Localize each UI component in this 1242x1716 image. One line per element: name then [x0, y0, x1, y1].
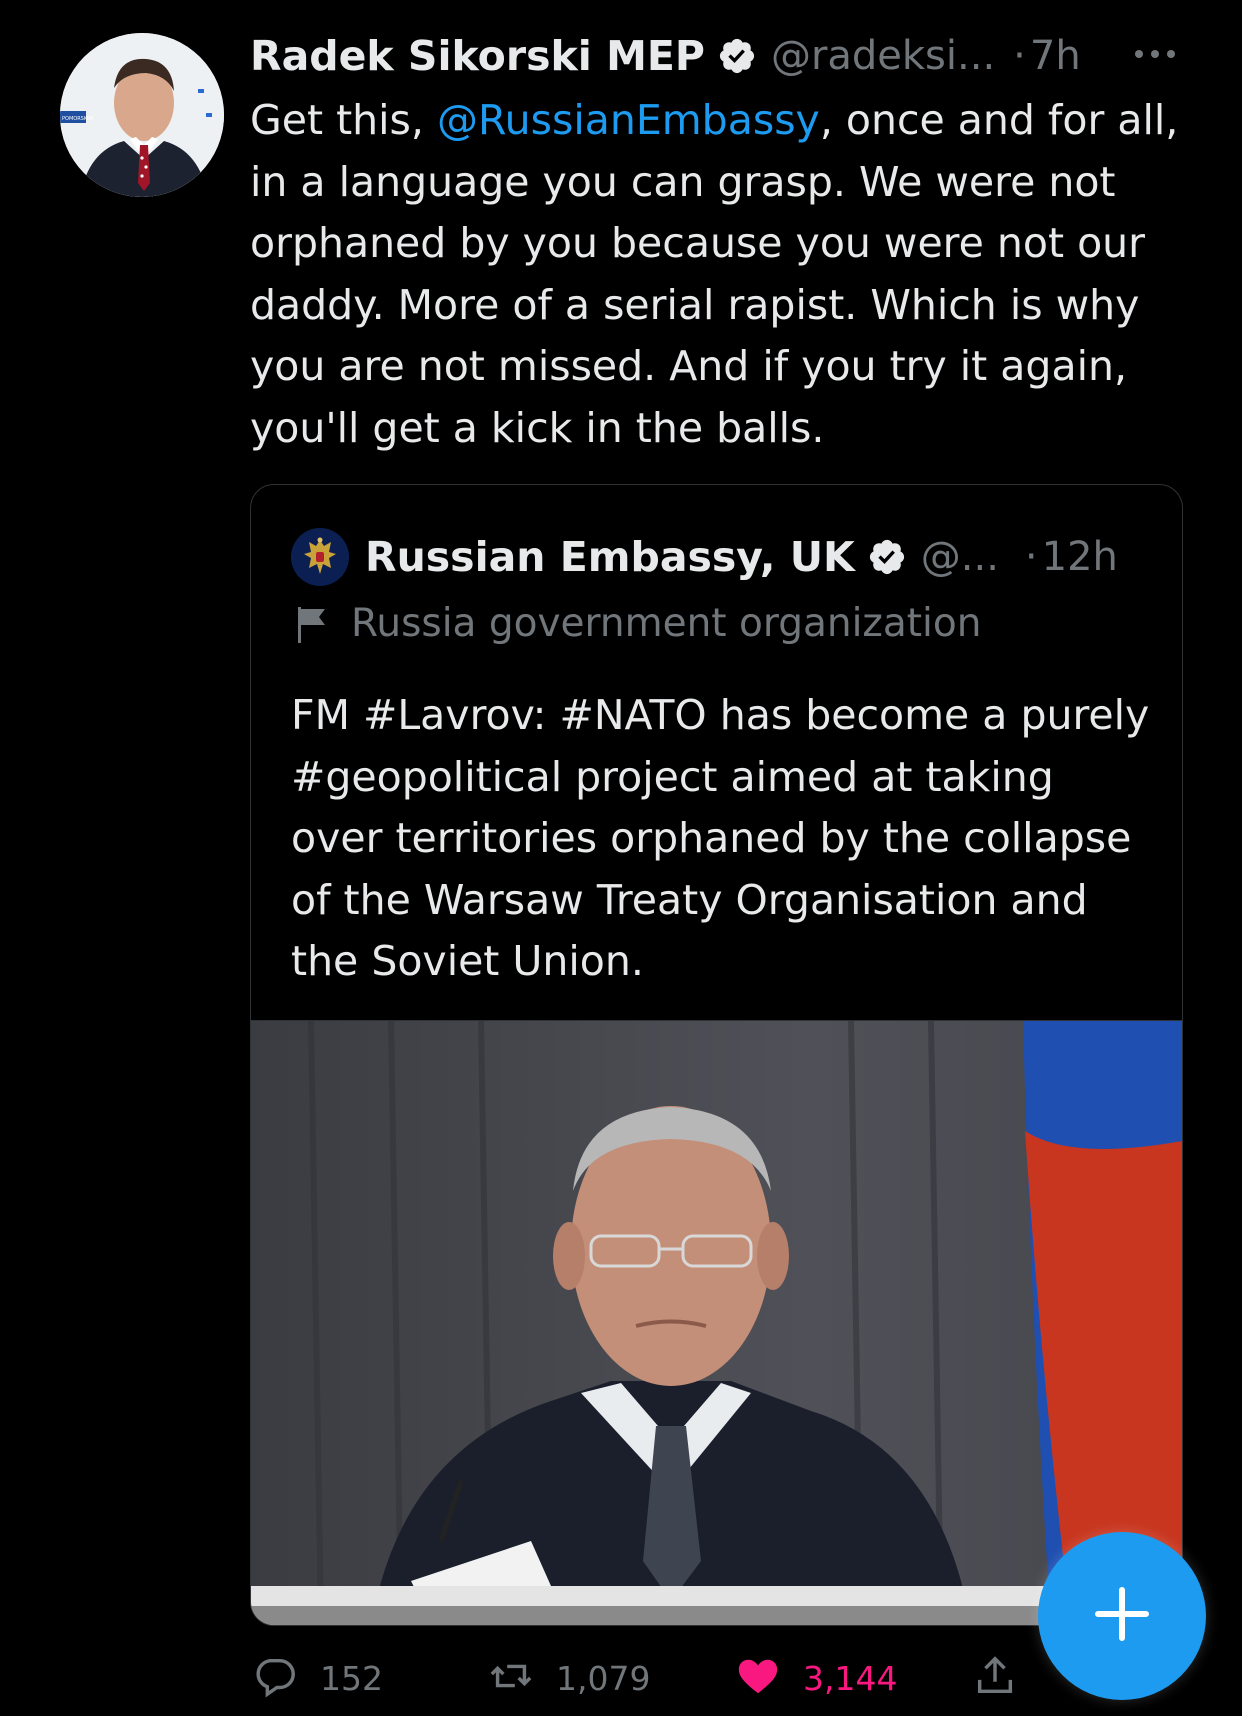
- author-avatar-image: POMORSKIM: [60, 33, 224, 197]
- quoted-author-avatar[interactable]: [291, 528, 349, 586]
- author-name[interactable]: Radek Sikorski MEP: [250, 32, 705, 80]
- mention-link[interactable]: @RussianEmbassy: [437, 96, 820, 144]
- government-flag-icon: [295, 603, 329, 645]
- more-options-icon[interactable]: [1130, 36, 1180, 66]
- like-count: 3,144: [803, 1658, 898, 1698]
- reply-count: 152: [320, 1658, 383, 1698]
- tweet-text: Get this, @RussianEmbassy, once and for …: [250, 90, 1190, 459]
- tweet-actions: 152 1,079 3,144: [250, 1650, 1050, 1706]
- quoted-author-name[interactable]: Russian Embassy, UK: [365, 533, 855, 581]
- retweet-icon: [488, 1653, 534, 1703]
- tweet-text-intro: Get this,: [250, 96, 437, 144]
- reply-button[interactable]: 152: [252, 1650, 383, 1706]
- quoted-verified-badge-icon: [867, 537, 907, 577]
- author-handle[interactable]: @radeksi...: [771, 33, 995, 79]
- author-avatar[interactable]: POMORSKIM: [60, 33, 224, 197]
- verified-badge-icon: [717, 36, 757, 76]
- government-label[interactable]: Russia government organization: [295, 601, 981, 646]
- retweet-button[interactable]: 1,079: [488, 1650, 650, 1706]
- speaker-photo: [251, 1020, 1182, 1625]
- header-separator: ·: [1013, 33, 1026, 79]
- share-button[interactable]: [972, 1650, 1018, 1706]
- government-label-text: Russia government organization: [351, 601, 982, 646]
- quoted-tweet-header: Russian Embassy, UK @... · 12h: [291, 527, 1151, 587]
- quoted-header-separator: ·: [1024, 534, 1038, 580]
- quoted-tweet-time[interactable]: 12h: [1042, 534, 1118, 580]
- quoted-author-handle[interactable]: @...: [921, 534, 999, 580]
- avatar-badge-text: POMORSKIM: [62, 116, 93, 122]
- like-icon: [735, 1653, 781, 1703]
- previous-context-strip: · · · · · · · · · · · · ·: [0, 0, 1242, 14]
- quoted-tweet-photo[interactable]: [251, 1020, 1182, 1625]
- tweet-text-body: , once and for all, in a language you ca…: [250, 96, 1179, 452]
- plus-icon: [1090, 1582, 1154, 1650]
- coat-of-arms-icon: [291, 528, 349, 586]
- like-button[interactable]: 3,144: [735, 1650, 897, 1706]
- quoted-tweet-text: FM #Lavrov: #NATO has become a purely #g…: [291, 691, 1150, 985]
- share-icon: [972, 1653, 1018, 1703]
- retweet-count: 1,079: [556, 1658, 651, 1698]
- compose-button[interactable]: [1038, 1532, 1206, 1700]
- reply-icon: [252, 1653, 298, 1703]
- tweet-header: Radek Sikorski MEP @radeksi... · 7h: [250, 26, 1200, 86]
- tweet-time[interactable]: 7h: [1030, 33, 1081, 79]
- quoted-tweet-card[interactable]: Russian Embassy, UK @... · 12h Russia go…: [250, 484, 1183, 1626]
